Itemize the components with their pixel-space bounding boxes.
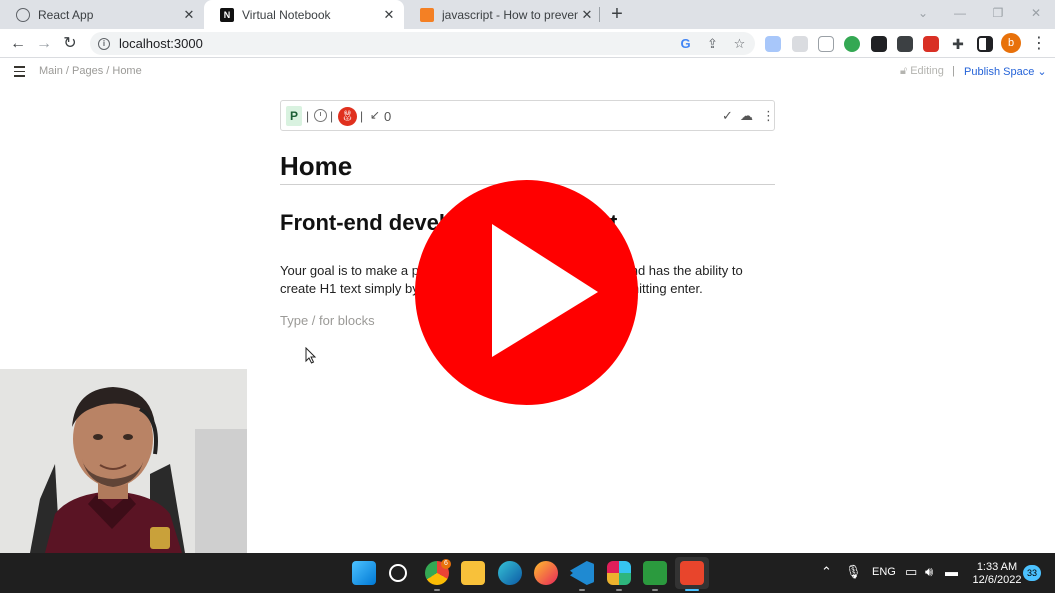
close-icon[interactable]: ✕ — [380, 7, 398, 23]
clock-icon[interactable] — [314, 109, 327, 122]
page-badge[interactable]: P — [286, 106, 302, 126]
kebab-menu-icon[interactable]: ⋮ — [1028, 33, 1050, 55]
chevron-down-icon: ⌄ — [1037, 66, 1047, 78]
tab-react-app[interactable]: React App ✕ — [0, 0, 204, 29]
clock-date: 12/6/2022 — [972, 574, 1022, 586]
running-indicator — [652, 589, 658, 591]
running-indicator — [434, 589, 440, 591]
network-icon[interactable]: ▭ — [905, 564, 917, 580]
backlink-arrow-icon[interactable]: ↙ — [370, 108, 380, 122]
new-tab-button[interactable]: + — [606, 3, 628, 25]
firefox-icon[interactable] — [534, 561, 558, 585]
extension-icon[interactable] — [844, 36, 860, 52]
editing-label: Editing — [910, 65, 944, 77]
vscode-icon[interactable] — [570, 561, 594, 585]
notification-badge[interactable]: 33 — [1023, 565, 1041, 581]
notion-icon: N — [220, 7, 234, 22]
webcam-video — [0, 369, 247, 553]
more-options-icon[interactable]: ⋮ — [762, 108, 775, 124]
file-explorer-icon[interactable] — [461, 561, 485, 585]
minimize-button[interactable]: — — [941, 0, 979, 29]
editing-status: 🔓︎ Editing — [900, 65, 944, 78]
tab-virtual-notebook[interactable]: N Virtual Notebook ✕ — [204, 0, 404, 29]
hamburger-menu-icon[interactable] — [14, 66, 25, 80]
address-bar[interactable]: i localhost:3000 G ⇪ ☆ — [90, 32, 755, 55]
running-indicator — [616, 589, 622, 591]
window-close-button[interactable]: ✕ — [1017, 0, 1055, 29]
search-icon[interactable] — [389, 564, 407, 582]
google-lens-icon[interactable]: G — [672, 36, 699, 51]
close-icon[interactable]: ✕ — [578, 7, 596, 23]
chrome-badge: 6 — [441, 559, 451, 569]
user-avatar[interactable]: 🐰︎ — [338, 107, 357, 126]
check-circle-icon[interactable]: ✓ — [722, 108, 733, 124]
editor-toolbar: P | | 🐰︎ | ↙ 0 ✓ ☁︎ ⋮ — [280, 100, 775, 131]
presenter-image — [0, 369, 247, 553]
clock-time: 1:33 AM — [976, 561, 1018, 573]
puzzle-icon[interactable]: ✚ — [947, 33, 969, 55]
toolbar-divider: | — [306, 109, 310, 123]
tab-stackoverflow[interactable]: javascript - How to prevent Netli ✕ — [404, 0, 602, 29]
star-icon[interactable]: ☆ — [726, 36, 753, 52]
slack-icon[interactable] — [607, 561, 631, 585]
reload-icon[interactable]: ↻ — [59, 33, 81, 55]
info-icon[interactable]: i — [98, 37, 110, 50]
browser-tab-strip: React App ✕ N Virtual Notebook ✕ javascr… — [0, 0, 1055, 29]
camtasia-icon[interactable] — [680, 561, 704, 585]
cloud-icon[interactable]: ☁︎ — [740, 108, 753, 124]
edge-icon[interactable] — [498, 561, 522, 585]
page-title[interactable]: Home — [280, 151, 352, 182]
video-play-button[interactable] — [415, 180, 638, 405]
tab-divider — [599, 7, 600, 22]
taskbar-clock[interactable]: 1:33 AM 12/6/2022 — [968, 561, 1026, 587]
battery-icon[interactable]: ▬ — [945, 564, 958, 579]
forward-arrow-icon[interactable]: → — [33, 33, 55, 55]
browser-toolbar: ← → ↻ i localhost:3000 G ⇪ ☆ ✚ ⋮ — [0, 29, 1055, 58]
toolbar-divider: | — [360, 109, 364, 123]
extension-icon[interactable] — [765, 36, 781, 52]
windows-start-icon[interactable] — [352, 561, 376, 585]
share-icon[interactable]: ⇪ — [699, 36, 726, 52]
lock-icon: 🔓︎ — [900, 65, 908, 77]
language-indicator[interactable]: ENG — [872, 566, 896, 578]
stackoverflow-icon — [420, 7, 434, 22]
camtasia-recorder-icon[interactable] — [643, 561, 667, 585]
play-triangle-icon — [492, 224, 598, 357]
extension-icon[interactable] — [897, 36, 913, 52]
breadcrumb: Main / Pages / Home — [39, 65, 142, 77]
omnibox-actions: G ⇪ ☆ — [672, 32, 753, 55]
extension-icon[interactable] — [871, 36, 887, 52]
close-icon[interactable]: ✕ — [180, 7, 198, 23]
tab-search-icon[interactable]: ⌄ — [904, 0, 942, 29]
microphone-icon[interactable]: 🎙︎ — [845, 564, 862, 580]
maximize-button[interactable]: ❐ — [979, 0, 1017, 29]
volume-icon[interactable]: 🔊︎ — [925, 564, 933, 580]
backlink-count: 0 — [384, 109, 392, 124]
active-indicator — [685, 589, 699, 591]
toolbar-divider: | — [330, 109, 334, 123]
header-separator: | — [952, 65, 955, 77]
globe-icon — [16, 7, 30, 22]
side-panel-icon[interactable] — [977, 36, 993, 52]
address-text: localhost:3000 — [119, 36, 203, 51]
chevron-up-icon[interactable]: ⌃ — [821, 564, 832, 580]
windows-taskbar: 6 ⌃ 🎙︎ ENG ▭ 🔊︎ ▬ 1:33 AM 12/6/2022 — [0, 553, 1055, 593]
profile-avatar[interactable]: b — [1001, 33, 1021, 53]
publish-label: Publish Space — [964, 66, 1035, 78]
mail-extension-icon[interactable] — [818, 36, 834, 52]
extension-icon[interactable] — [792, 36, 808, 52]
mouse-cursor-icon — [305, 347, 317, 364]
block-input-placeholder[interactable]: Type / for blocks — [280, 313, 375, 328]
extension-icon[interactable] — [923, 36, 939, 52]
publish-space-button[interactable]: Publish Space ⌄ — [964, 65, 1047, 78]
back-arrow-icon[interactable]: ← — [7, 33, 29, 55]
running-indicator — [579, 589, 585, 591]
